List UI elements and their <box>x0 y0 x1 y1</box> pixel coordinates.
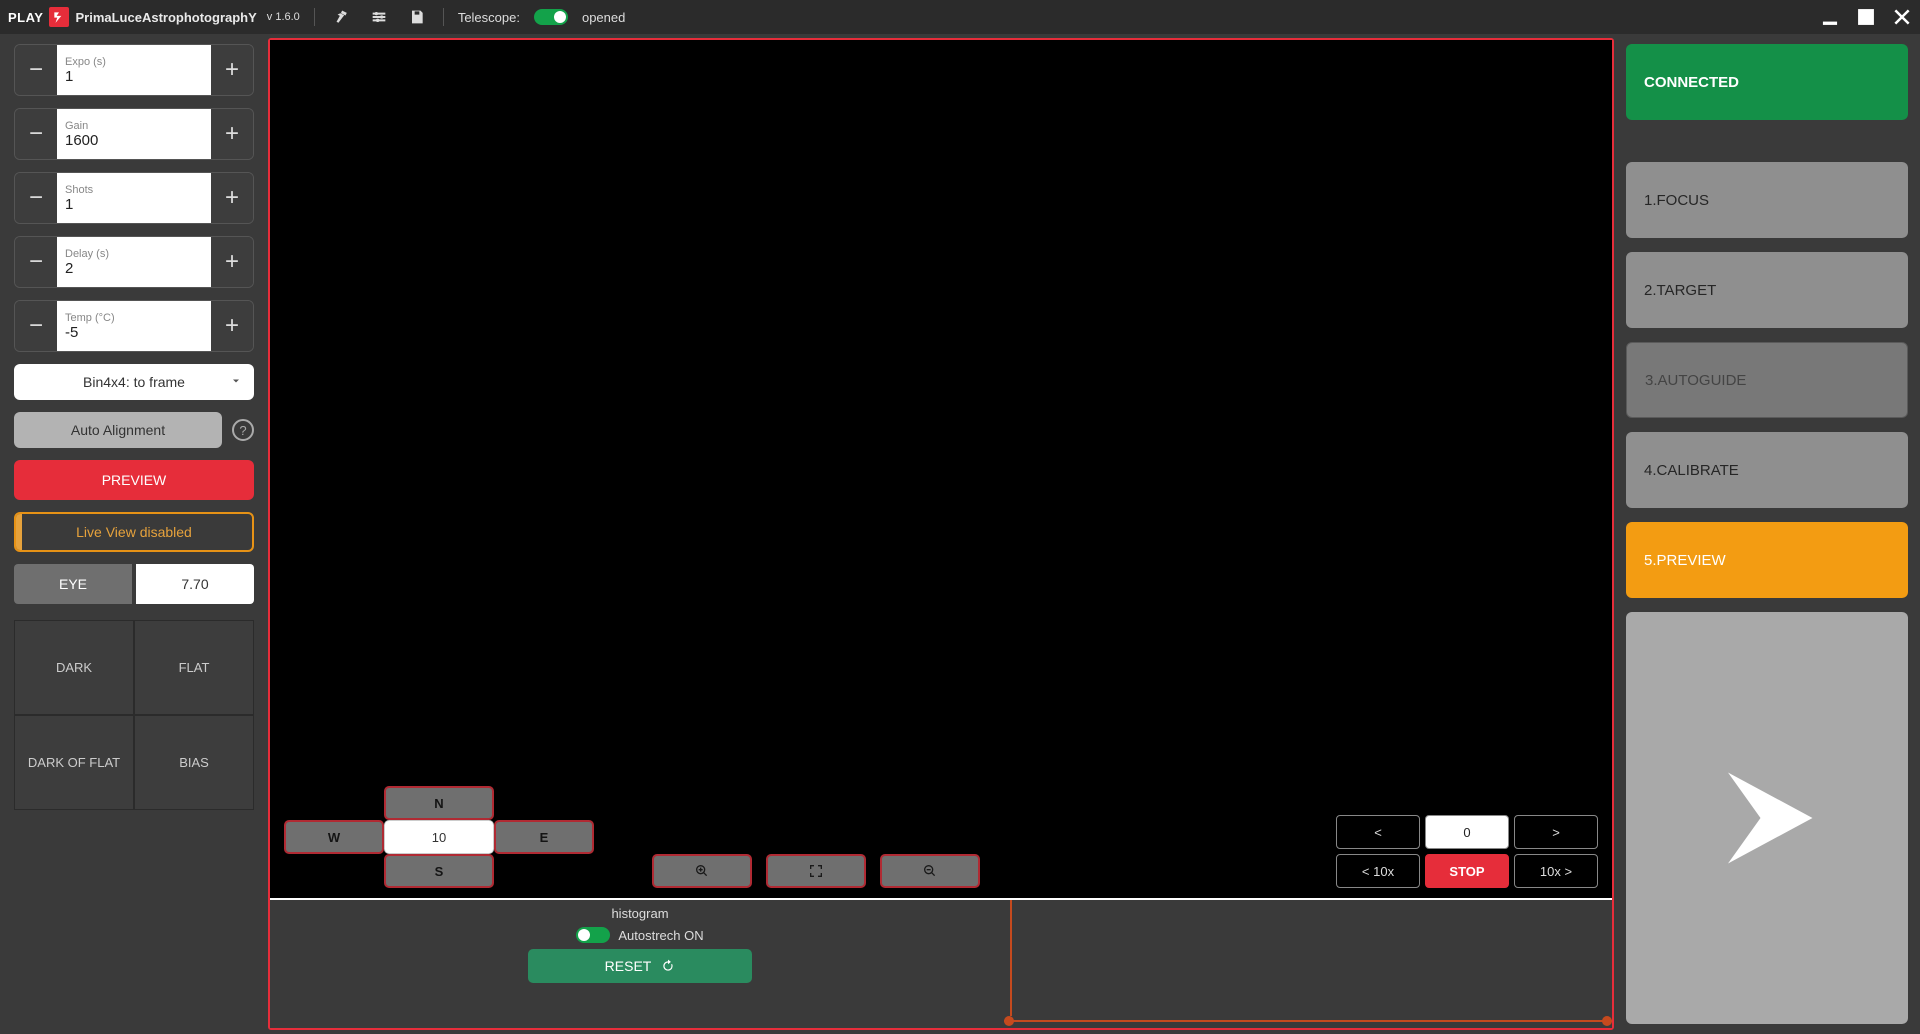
west-button[interactable]: W <box>284 820 384 854</box>
step-autoguide[interactable]: 3.AUTOGUIDE <box>1626 342 1908 418</box>
fit-screen-button[interactable] <box>766 854 866 888</box>
run-button[interactable] <box>1626 612 1908 1024</box>
binning-select[interactable]: Bin4x4: to frame <box>14 364 254 400</box>
rot-right-10x-button[interactable]: 10x > <box>1514 854 1598 888</box>
expo-value: 1 <box>65 68 203 85</box>
temp-label: Temp (°C) <box>65 312 203 324</box>
connected-status[interactable]: CONNECTED <box>1626 44 1908 120</box>
rotator-controls: < 0 > < 10x STOP 10x > <box>1336 815 1598 888</box>
dark-of-flat-button[interactable]: DARK OF FLAT <box>14 715 134 810</box>
gain-value: 1600 <box>65 132 203 149</box>
histogram-area[interactable] <box>1010 900 1612 1028</box>
image-viewer[interactable]: N W 10 E S <box>270 40 1612 898</box>
histogram-panel: histogram Autostrech ON RESET <box>270 898 1612 1028</box>
zoom-in-button[interactable] <box>652 854 752 888</box>
telescope-state: opened <box>582 10 625 25</box>
eye-label: EYE <box>14 564 132 604</box>
delay-label: Delay (s) <box>65 248 203 260</box>
maximize-icon[interactable] <box>1856 7 1876 27</box>
minimize-icon[interactable] <box>1820 7 1840 27</box>
right-panel: CONNECTED 1.FOCUS 2.TARGET 3.AUTOGUIDE 4… <box>1614 34 1920 1034</box>
version-label: v 1.6.0 <box>267 11 300 23</box>
histogram-reset-button[interactable]: RESET <box>528 949 752 983</box>
eye-row: EYE 7.70 <box>14 564 254 604</box>
expo-field[interactable]: Expo (s) 1 <box>57 45 211 95</box>
shots-minus[interactable]: − <box>15 173 57 223</box>
shots-stepper: − Shots 1 + <box>14 172 254 224</box>
left-panel: − Expo (s) 1 + − Gain 1600 + − Shots <box>0 34 268 1034</box>
auto-alignment-button[interactable]: Auto Alignment <box>14 412 222 448</box>
close-icon[interactable] <box>1892 7 1912 27</box>
rot-left-button[interactable]: < <box>1336 815 1420 849</box>
gain-label: Gain <box>65 120 203 132</box>
autostretch-label: Autostrech ON <box>618 928 703 943</box>
help-icon[interactable]: ? <box>232 419 254 441</box>
shots-label: Shots <box>65 184 203 196</box>
north-button[interactable]: N <box>384 786 494 820</box>
live-view-button[interactable]: Live View disabled <box>14 512 254 552</box>
step-calibrate[interactable]: 4.CALIBRATE <box>1626 432 1908 508</box>
temp-value: -5 <box>65 324 203 341</box>
bias-button[interactable]: BIAS <box>134 715 254 810</box>
gain-field[interactable]: Gain 1600 <box>57 109 211 159</box>
zoom-out-button[interactable] <box>880 854 980 888</box>
delay-field[interactable]: Delay (s) 2 <box>57 237 211 287</box>
temp-stepper: − Temp (°C) -5 + <box>14 300 254 352</box>
step-focus[interactable]: 1.FOCUS <box>1626 162 1908 238</box>
reload-icon <box>661 959 675 973</box>
save-icon[interactable] <box>405 5 429 29</box>
delay-stepper: − Delay (s) 2 + <box>14 236 254 288</box>
temp-field[interactable]: Temp (°C) -5 <box>57 301 211 351</box>
preview-button[interactable]: PREVIEW <box>14 460 254 500</box>
telescope-icon[interactable] <box>329 5 353 29</box>
rot-left-10x-button[interactable]: < 10x <box>1336 854 1420 888</box>
delay-minus[interactable]: − <box>15 237 57 287</box>
gain-plus[interactable]: + <box>211 109 253 159</box>
center-panel: N W 10 E S <box>268 38 1614 1030</box>
stop-button[interactable]: STOP <box>1425 854 1509 888</box>
play-icon <box>1702 753 1832 883</box>
frame-type-quad: DARK FLAT DARK OF FLAT BIAS <box>14 620 254 810</box>
play-label: PLAY <box>8 10 43 25</box>
delay-plus[interactable]: + <box>211 237 253 287</box>
rot-right-button[interactable]: > <box>1514 815 1598 849</box>
top-bar: PLAY PrimaLuceAstrophotographY v 1.6.0 T… <box>0 0 1920 34</box>
telescope-toggle[interactable] <box>534 9 568 25</box>
histogram-title: histogram <box>611 906 668 921</box>
app-brand: PLAY PrimaLuceAstrophotographY <box>8 7 257 27</box>
flat-button[interactable]: FLAT <box>134 620 254 715</box>
step-preview[interactable]: 5.PREVIEW <box>1626 522 1908 598</box>
chevron-down-icon <box>230 374 242 390</box>
delay-value: 2 <box>65 260 203 277</box>
rot-value[interactable]: 0 <box>1425 815 1509 849</box>
eye-value[interactable]: 7.70 <box>136 564 254 604</box>
speed-select[interactable]: 10 <box>384 820 494 854</box>
histogram-knob-right[interactable] <box>1602 1016 1612 1026</box>
temp-minus[interactable]: − <box>15 301 57 351</box>
expo-plus[interactable]: + <box>211 45 253 95</box>
step-target[interactable]: 2.TARGET <box>1626 252 1908 328</box>
dark-button[interactable]: DARK <box>14 620 134 715</box>
gain-stepper: − Gain 1600 + <box>14 108 254 160</box>
histogram-slider[interactable] <box>1004 1020 1612 1022</box>
binning-value: Bin4x4: to frame <box>83 374 185 390</box>
direction-pad: N W 10 E S <box>284 786 594 888</box>
expo-label: Expo (s) <box>65 56 203 68</box>
brand-icon <box>49 7 69 27</box>
south-button[interactable]: S <box>384 854 494 888</box>
shots-value: 1 <box>65 196 203 213</box>
expo-stepper: − Expo (s) 1 + <box>14 44 254 96</box>
temp-plus[interactable]: + <box>211 301 253 351</box>
settings-sliders-icon[interactable] <box>367 5 391 29</box>
expo-minus[interactable]: − <box>15 45 57 95</box>
east-button[interactable]: E <box>494 820 594 854</box>
gain-minus[interactable]: − <box>15 109 57 159</box>
telescope-label: Telescope: <box>458 10 520 25</box>
shots-plus[interactable]: + <box>211 173 253 223</box>
shots-field[interactable]: Shots 1 <box>57 173 211 223</box>
histogram-knob-left[interactable] <box>1004 1016 1014 1026</box>
autostretch-toggle[interactable] <box>576 927 610 943</box>
brand-text: PrimaLuceAstrophotographY <box>75 10 256 25</box>
